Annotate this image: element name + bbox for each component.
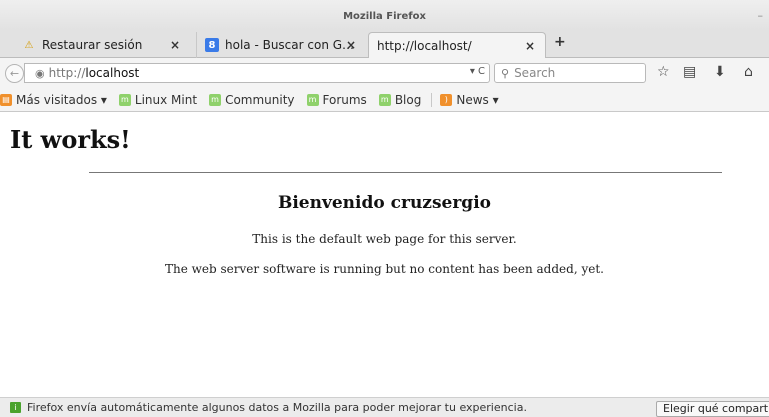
- home-icon[interactable]: ⌂: [744, 64, 753, 80]
- tab-close-button[interactable]: ×: [525, 39, 535, 53]
- warning-icon: ⚠: [24, 39, 34, 51]
- tab-close-button[interactable]: ×: [170, 38, 180, 52]
- url-bar[interactable]: ◉ http:// localhost ▾ C: [24, 63, 490, 83]
- reload-icon[interactable]: ▾ C: [470, 66, 485, 77]
- tab-localhost[interactable]: http://localhost/ ×: [368, 32, 546, 59]
- search-icon: ⚲: [501, 66, 510, 80]
- bookmark-blog[interactable]: m Blog: [378, 92, 422, 107]
- most-visited-icon: ▤: [0, 93, 12, 106]
- back-button[interactable]: ←: [5, 64, 24, 83]
- mint-icon: m: [306, 93, 319, 106]
- tab-strip: ⚠ Restaurar sesión × 8 hola - Buscar con…: [0, 30, 769, 59]
- mint-icon: m: [378, 93, 391, 106]
- bookmark-label: Blog: [394, 92, 422, 107]
- google-icon: 8: [205, 38, 219, 52]
- page-content: It works! Bienvenido cruzsergio This is …: [0, 113, 769, 397]
- minimize-button[interactable]: –: [758, 9, 764, 22]
- mint-icon: m: [118, 93, 131, 106]
- bookmark-community[interactable]: m Community: [209, 92, 295, 107]
- search-input[interactable]: ⚲ Search: [494, 63, 646, 83]
- bookmark-label: News ▾: [456, 92, 499, 107]
- server-status-text: The web server software is running but n…: [165, 262, 604, 276]
- search-placeholder: Search: [514, 66, 556, 80]
- new-tab-button[interactable]: +: [554, 34, 566, 50]
- notification-text: Firefox envía automáticamente algunos da…: [27, 401, 527, 414]
- reading-list-icon[interactable]: ▤: [683, 64, 696, 80]
- default-page-text: This is the default web page for this se…: [252, 232, 517, 246]
- bookmark-mas-visitados[interactable]: ▤ Más visitados ▾: [0, 93, 107, 107]
- tab-label: hola - Buscar con G…: [225, 38, 355, 52]
- star-icon[interactable]: ☆: [657, 64, 670, 80]
- bookmark-label: Más visitados ▾: [16, 92, 107, 107]
- bookmark-label: Forums: [322, 92, 367, 107]
- notification-bar: i Firefox envía automáticamente algunos …: [0, 397, 769, 417]
- tab-hola-buscar[interactable]: 8 hola - Buscar con G… ×: [196, 32, 366, 58]
- navigation-toolbar: ← ◉ http:// localhost ▾ C ⚲ Search ☆ ▤ ⬇…: [0, 58, 769, 88]
- bookmark-separator: [431, 92, 433, 107]
- bookmark-label: Community: [225, 92, 295, 107]
- info-icon: i: [10, 402, 21, 413]
- mint-icon: m: [209, 93, 222, 106]
- tab-restaurar-sesion[interactable]: ⚠ Restaurar sesión ×: [14, 32, 190, 58]
- window-titlebar: Mozilla Firefox –: [0, 0, 769, 30]
- choose-what-to-share-button[interactable]: Elegir qué compartir: [656, 401, 769, 417]
- bookmark-forums[interactable]: m Forums: [306, 92, 367, 107]
- tab-label: Restaurar sesión: [42, 38, 143, 52]
- window-title: Mozilla Firefox: [343, 11, 426, 22]
- tab-close-button[interactable]: ×: [346, 38, 356, 52]
- bookmark-news[interactable]: ) News ▾: [440, 92, 499, 107]
- tab-label: http://localhost/: [377, 39, 472, 53]
- welcome-heading: Bienvenido cruzsergio: [277, 193, 491, 213]
- bookmark-label: Linux Mint: [134, 92, 198, 107]
- divider: [89, 172, 722, 173]
- page-title: It works!: [10, 125, 131, 154]
- bookmark-linux-mint[interactable]: m Linux Mint: [118, 92, 198, 107]
- download-icon[interactable]: ⬇: [714, 64, 726, 80]
- globe-icon: ◉: [35, 66, 45, 80]
- url-host: localhost: [85, 66, 140, 80]
- bookmarks-toolbar: ▤ Más visitados ▾ m Linux Mint m Communi…: [0, 88, 769, 112]
- rss-icon: ): [440, 93, 453, 106]
- url-prefix: http://: [48, 66, 86, 80]
